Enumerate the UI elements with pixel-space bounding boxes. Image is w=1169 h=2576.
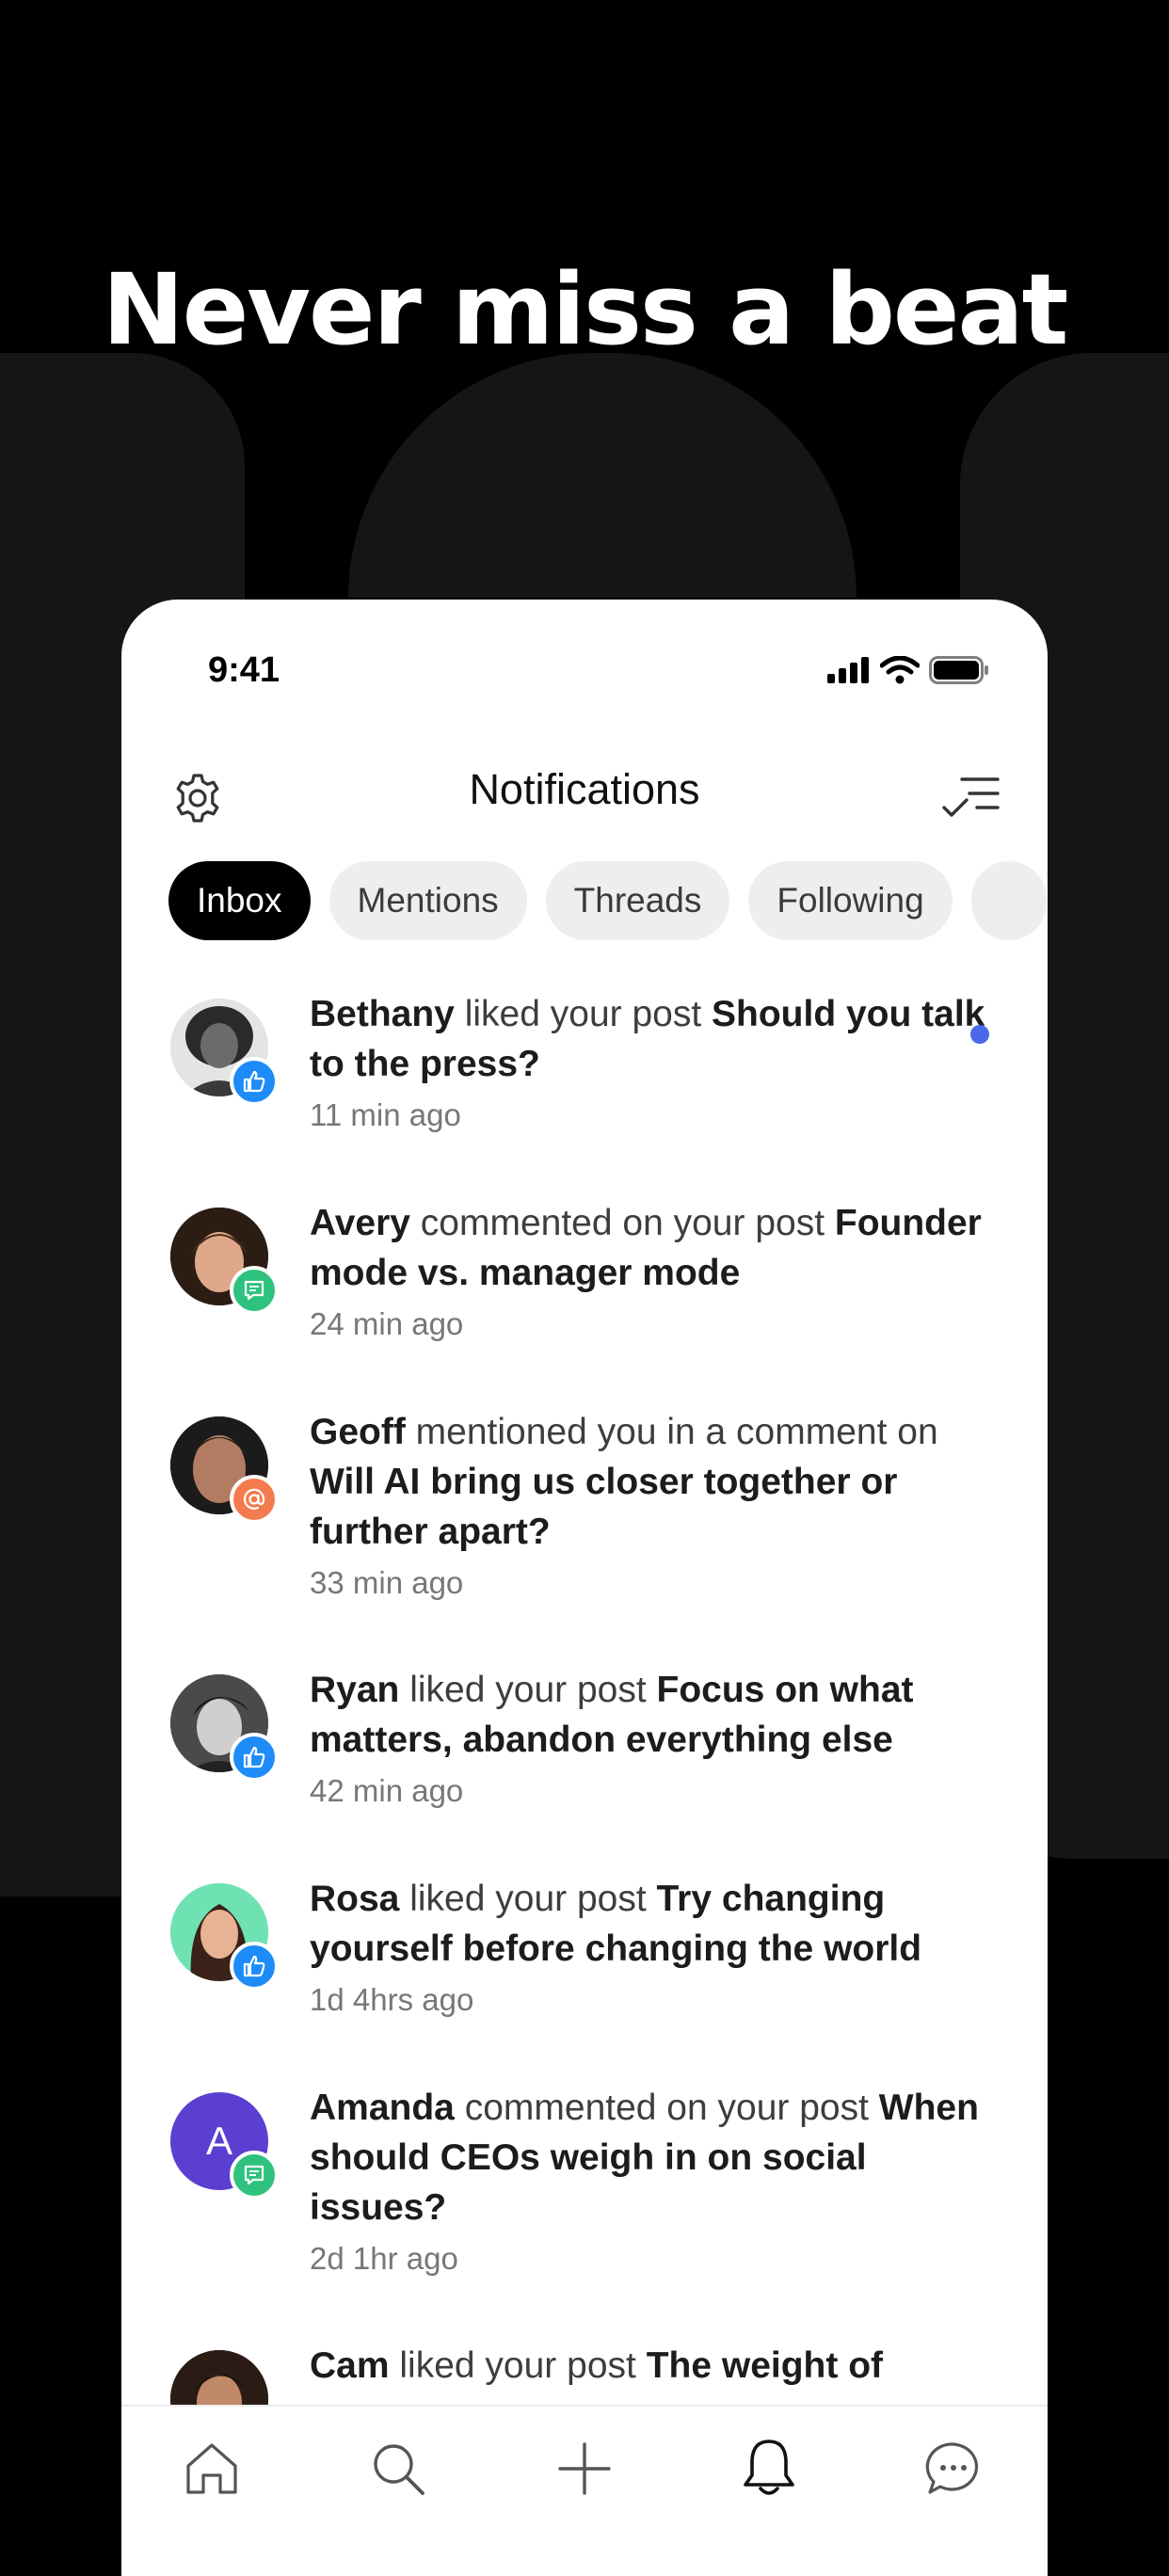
- timestamp: 33 min ago: [310, 1565, 464, 1600]
- at-sign-icon: [243, 1488, 265, 1510]
- action-text: commented on your post: [454, 2088, 879, 2128]
- timestamp: 2d 1hr ago: [310, 2241, 458, 2276]
- actor-name: Avery: [310, 1203, 410, 1243]
- tab-search[interactable]: [360, 2431, 436, 2506]
- tab-mentions[interactable]: Mentions: [328, 861, 527, 940]
- timestamp: 11 min ago: [310, 1097, 461, 1132]
- actor-name: Bethany: [310, 994, 455, 1034]
- tab-threads[interactable]: Threads: [545, 861, 730, 940]
- wifi-icon: [880, 656, 920, 684]
- tab-messages[interactable]: [916, 2431, 991, 2506]
- like-badge: [230, 1733, 279, 1782]
- post-title: The weight of: [646, 2345, 883, 2386]
- notification-text: Bethany liked your post Should you talk …: [310, 989, 987, 1136]
- phone-screen: 9:41 Notifications Inbox Mentions Thread…: [121, 600, 1048, 2576]
- notifications-list: Bethany liked your post Should you talk …: [121, 976, 1048, 2536]
- tab-inbox[interactable]: Inbox: [168, 861, 311, 940]
- thumbs-up-icon: [243, 1746, 265, 1768]
- chat-icon: [925, 2442, 979, 2494]
- list-item[interactable]: Ryan liked your post Focus on what matte…: [121, 1652, 1048, 1861]
- filter-check-icon: [942, 777, 1000, 817]
- comment-badge: [230, 1266, 279, 1315]
- notification-text: Amanda commented on your post When shoul…: [310, 2083, 987, 2280]
- tab-create[interactable]: [547, 2431, 622, 2506]
- notification-text: Geoff mentioned you in a comment on Will…: [310, 1407, 987, 1604]
- search-icon: [374, 2444, 424, 2495]
- mark-read-button[interactable]: [940, 769, 1001, 827]
- tab-following[interactable]: Following: [748, 861, 953, 940]
- background-letter-middle: [348, 353, 857, 598]
- thumbs-up-icon: [243, 1070, 265, 1093]
- unread-dot: [970, 1025, 989, 1044]
- actor-name: Cam: [310, 2345, 390, 2386]
- notification-text: Cam liked your post The weight of: [310, 2341, 987, 2391]
- list-item[interactable]: A Amanda commented on your post When sho…: [121, 2070, 1048, 2328]
- comment-icon: [244, 1280, 264, 1301]
- page-title: Notifications: [469, 765, 700, 813]
- bottom-tab-bar: [121, 2405, 1048, 2576]
- action-text: liked your post: [399, 1670, 657, 1710]
- actor-name: Ryan: [310, 1670, 400, 1710]
- list-item[interactable]: Avery commented on your post Founder mod…: [121, 1185, 1048, 1394]
- action-text: liked your post: [454, 994, 713, 1034]
- tab-notifications[interactable]: [731, 2431, 807, 2506]
- list-item[interactable]: Bethany liked your post Should you talk …: [121, 976, 1048, 1185]
- status-icons: [827, 656, 989, 684]
- battery-icon: [929, 656, 988, 684]
- notification-text: Rosa liked your post Try changing yourse…: [310, 1874, 987, 2021]
- plus-icon: [558, 2442, 611, 2495]
- like-badge: [230, 1057, 279, 1106]
- action-text: liked your post: [389, 2345, 647, 2386]
- actor-name: Rosa: [310, 1879, 400, 1919]
- timestamp: 1d 4hrs ago: [310, 1982, 474, 2017]
- filter-tabs: Inbox Mentions Threads Following: [168, 861, 1047, 940]
- status-bar: 9:41: [121, 600, 1048, 694]
- notification-text: Avery commented on your post Founder mod…: [310, 1198, 987, 1345]
- mention-badge: [230, 1475, 279, 1524]
- comment-badge: [230, 2151, 279, 2200]
- like-badge: [230, 1942, 279, 1991]
- nav-header: Notifications: [121, 752, 1048, 837]
- list-item[interactable]: Geoff mentioned you in a comment on Will…: [121, 1394, 1048, 1652]
- avatar-initial: A: [205, 2119, 232, 2163]
- tab-home[interactable]: [174, 2431, 249, 2506]
- status-time: 9:41: [208, 650, 280, 690]
- action-text: commented on your post: [409, 1203, 835, 1243]
- tab-more[interactable]: [970, 861, 1047, 940]
- action-text: mentioned you in a comment on: [405, 1412, 938, 1452]
- home-icon: [186, 2443, 237, 2494]
- post-title: Will AI bring us closer together or furt…: [310, 1462, 898, 1552]
- actor-name: Amanda: [310, 2088, 455, 2128]
- bell-icon: [744, 2440, 794, 2495]
- list-item[interactable]: Rosa liked your post Try changing yourse…: [121, 1861, 1048, 2070]
- thumbs-up-icon: [243, 1955, 265, 1977]
- signal-icon: [827, 657, 869, 683]
- hero-title: Never miss a beat: [102, 252, 1069, 367]
- timestamp: 24 min ago: [310, 1306, 464, 1341]
- comment-icon: [244, 2165, 264, 2185]
- timestamp: 42 min ago: [310, 1773, 464, 1808]
- notification-text: Ryan liked your post Focus on what matte…: [310, 1665, 987, 1812]
- action-text: liked your post: [399, 1879, 657, 1919]
- actor-name: Geoff: [310, 1412, 406, 1452]
